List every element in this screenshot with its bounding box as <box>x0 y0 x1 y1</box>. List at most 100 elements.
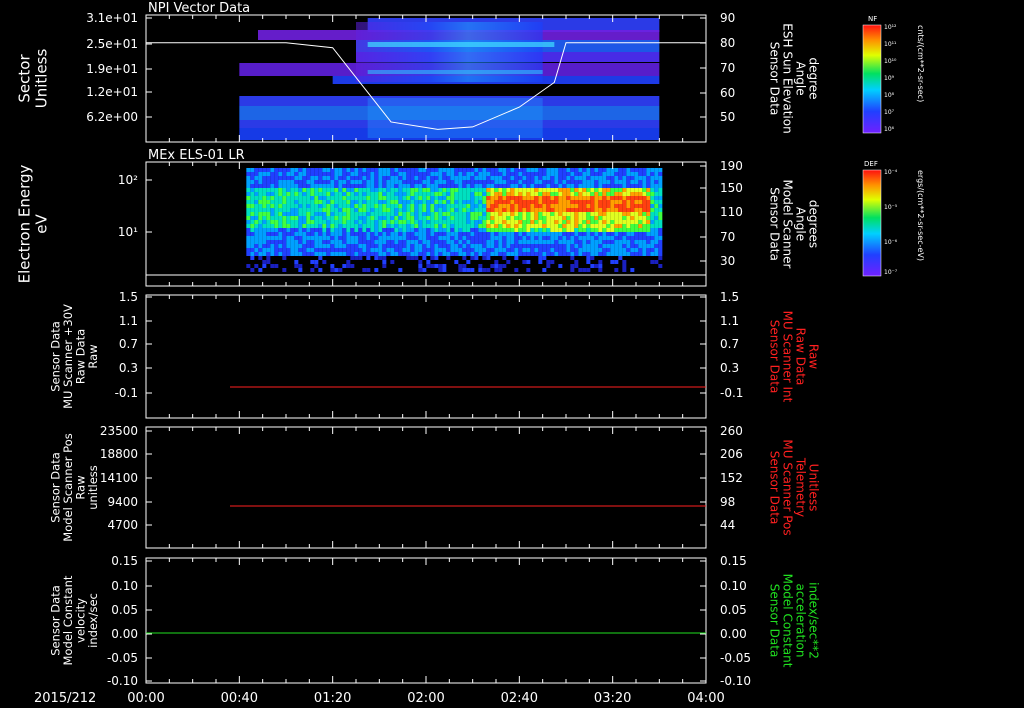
spectrogram-cell <box>318 244 323 248</box>
spectrogram-cell <box>274 244 279 248</box>
spectrogram-cell <box>334 228 339 232</box>
spectrogram-cell <box>642 228 647 232</box>
spectrogram-cell <box>626 212 631 216</box>
spectrogram-cell <box>530 248 535 252</box>
spectrogram-cell <box>458 184 463 188</box>
spectrogram-cell <box>266 200 271 204</box>
spectrogram-cell <box>334 176 339 180</box>
spectrogram-cell <box>382 252 387 256</box>
spectrogram-cell <box>370 192 375 196</box>
spectrogram-cell <box>414 232 419 236</box>
spectrogram-cell <box>434 196 439 200</box>
spectrogram-cell <box>474 192 479 196</box>
spectrogram-cell <box>650 208 655 212</box>
spectrogram-cell <box>366 192 371 196</box>
spectrogram-cell <box>558 172 563 176</box>
spectrogram-cell <box>250 172 255 176</box>
spectrogram-cell <box>638 188 643 192</box>
spectrogram-cell <box>658 196 663 200</box>
spectrogram-cell <box>470 168 475 172</box>
spectrogram-cell <box>590 212 595 216</box>
spectrogram-cell <box>638 220 643 224</box>
spectrogram-cell <box>570 232 575 236</box>
spectrogram-cell <box>370 208 375 212</box>
spectrogram-cell <box>258 240 263 244</box>
spectrogram-cell <box>598 220 603 224</box>
spectrogram-cell <box>306 208 311 212</box>
spectrogram-cell <box>270 196 275 200</box>
spectrogram-cell <box>326 172 331 176</box>
spectrogram-cell <box>594 264 599 268</box>
spectrogram-cell <box>542 200 547 204</box>
spectrogram-cell <box>334 168 339 172</box>
right-axis-label-line: index/sec**2 <box>807 582 821 659</box>
spectrogram-cell <box>486 184 491 188</box>
spectrogram-cell <box>410 252 415 256</box>
spectrogram-cell <box>398 212 403 216</box>
spectrogram-cell <box>406 244 411 248</box>
spectrogram-cell <box>618 248 623 252</box>
spectrogram-cell <box>366 216 371 220</box>
spectrogram-cell <box>426 240 431 244</box>
spectrogram-cell <box>634 252 639 256</box>
spectrogram-cell <box>542 248 547 252</box>
spectrogram-cell <box>326 188 331 192</box>
spectrogram-cell <box>526 212 531 216</box>
spectrogram-cell <box>438 176 443 180</box>
spectrogram-cell <box>362 208 367 212</box>
spectrogram-cell <box>570 264 575 268</box>
spectrogram-cell <box>390 232 395 236</box>
spectrogram-cell <box>558 240 563 244</box>
spectrogram-cell <box>398 192 403 196</box>
spectrogram-cell <box>270 244 275 248</box>
spectrogram-cell <box>362 228 367 232</box>
right-axis-label-line: degrees <box>807 200 821 248</box>
spectrogram-cell <box>382 184 387 188</box>
spectrogram-cell <box>326 200 331 204</box>
spectrogram-cell <box>290 208 295 212</box>
spectrogram-cell <box>362 240 367 244</box>
spectrogram-cell <box>494 172 499 176</box>
spectrogram-cell <box>598 228 603 232</box>
spectrogram-cell <box>270 252 275 256</box>
spectrogram-cell <box>474 212 479 216</box>
spectrogram-cell <box>554 240 559 244</box>
spectrogram-cell <box>342 204 347 208</box>
spectrogram-cell <box>294 236 299 240</box>
spectrogram-cell <box>654 180 659 184</box>
spectrogram-cell <box>382 244 387 248</box>
spectrogram-cell <box>258 204 263 208</box>
spectrogram-cell <box>442 188 447 192</box>
spectrogram-cell <box>586 204 591 208</box>
spectrogram-cell <box>522 176 527 180</box>
spectrogram-cell <box>338 168 343 172</box>
spectrogram-cell <box>478 240 483 244</box>
spectrogram-cell <box>594 248 599 252</box>
spectrogram-cell <box>266 172 271 176</box>
spectrogram-cell <box>406 228 411 232</box>
spectrogram-cell <box>638 236 643 240</box>
spectrogram-cell <box>350 232 355 236</box>
spectrogram-cell <box>634 232 639 236</box>
spectrogram-cell <box>258 196 263 200</box>
left-tick-label: 0.7 <box>119 337 138 351</box>
spectrogram-cell <box>634 204 639 208</box>
spectrogram-cell <box>386 168 391 172</box>
spectrogram-cell <box>262 232 267 236</box>
spectrogram-cell <box>462 268 467 272</box>
spectrogram-cell <box>398 216 403 220</box>
spectrogram-cell <box>298 244 303 248</box>
spectrogram-cell <box>282 244 287 248</box>
spectrogram-cell <box>386 228 391 232</box>
spectrogram-cell <box>454 188 459 192</box>
spectrogram-cell <box>414 244 419 248</box>
spectrogram-cell <box>526 208 531 212</box>
spectrogram-cell <box>458 216 463 220</box>
spectrogram-cell <box>550 204 555 208</box>
spectrogram-cell <box>546 216 551 220</box>
spectrogram-cell <box>354 248 359 252</box>
spectrogram-cell <box>582 188 587 192</box>
spectrogram-cell <box>314 200 319 204</box>
spectrogram-cell <box>478 168 483 172</box>
spectrogram-cell <box>394 240 399 244</box>
